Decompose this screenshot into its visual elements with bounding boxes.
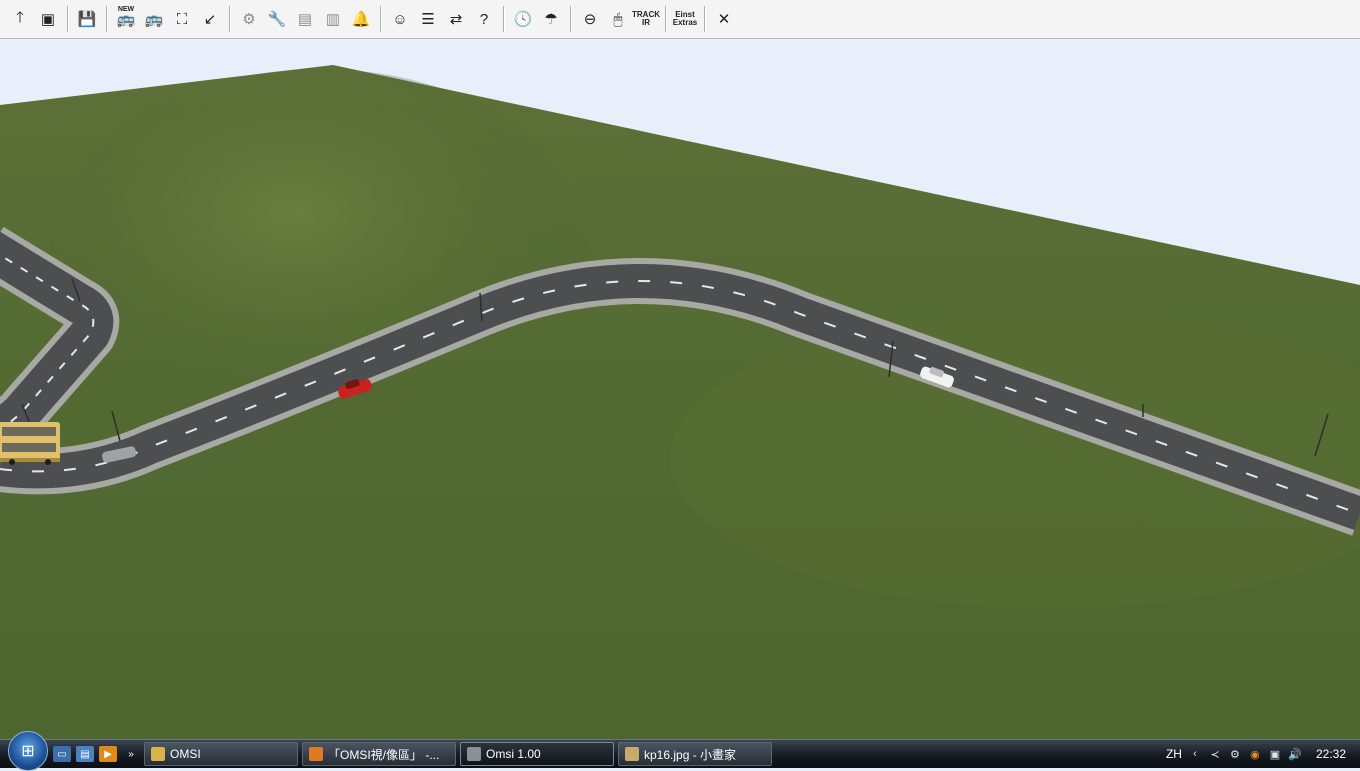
close-icon: ✕ — [717, 11, 731, 28]
task-list: OMSI 「OMSI視/像區」 -... Omsi 1.00 kp16.jpg - 小… — [140, 742, 772, 766]
3d-viewport[interactable] — [0, 39, 1360, 739]
toolbar-separator — [665, 6, 666, 32]
save-button[interactable]: 💾 — [74, 6, 100, 32]
new-bus-button[interactable]: 🚌 NEW — [113, 6, 139, 32]
driver-icon: ☺ — [392, 10, 408, 28]
taskbar-item-label: OMSI — [170, 747, 201, 761]
mouse-button[interactable]: 🖱 — [605, 6, 631, 32]
tray-security-icon[interactable]: ⚙ — [1228, 747, 1242, 761]
door-button[interactable]: ▥ — [320, 6, 346, 32]
tray-chevron-left-icon[interactable]: ≺ — [1208, 747, 1222, 761]
taskbar-item-label: kp16.jpg - 小畫家 — [644, 747, 737, 762]
close-button[interactable]: ✕ — [711, 6, 737, 32]
wrench-button[interactable]: 🔧 — [264, 6, 290, 32]
bus-select-icon: 🚌 — [144, 11, 164, 28]
frame-button[interactable]: ⛶ — [169, 6, 195, 32]
media-player-icon[interactable]: ▶ — [99, 746, 117, 762]
taskbar-item-icon — [309, 747, 323, 761]
clock-icon: 🕓 — [513, 11, 533, 28]
repair-icon: ⚙ — [242, 11, 256, 28]
bus-select-button[interactable]: 🚌 — [141, 6, 167, 32]
timetable-button[interactable]: ☰ — [415, 6, 441, 32]
tray-chevron-icon[interactable]: ‹ — [1188, 747, 1202, 761]
up-arrow-button[interactable]: 🡑 — [7, 6, 33, 32]
trackir-label: TRACK IR — [632, 10, 660, 27]
taskbar-item[interactable]: 「OMSI視/像區」 -... — [302, 742, 456, 766]
switch-windows-icon[interactable]: ▤ — [76, 746, 94, 762]
timetable-icon: ☰ — [421, 11, 435, 28]
toolbar-separator — [570, 6, 571, 32]
new-bus-label: NEW — [117, 6, 135, 13]
toolbar-separator — [503, 6, 504, 32]
toolbar-separator — [704, 6, 705, 32]
frame-icon: ⛶ — [176, 10, 188, 28]
show-desktop-icon[interactable]: ▭ — [53, 746, 71, 762]
network-icon[interactable]: ▣ — [1268, 747, 1282, 761]
steering-icon: ⊖ — [583, 11, 597, 28]
windows-taskbar: ⊞ ▭ ▤ ▶ » OMSI 「OMSI視/像區」 -... Omsi 1.00 kp… — [0, 731, 1360, 771]
toolbar-separator — [229, 6, 230, 32]
repair-button[interactable]: ⚙ — [236, 6, 262, 32]
arrow-tool-button[interactable]: ↙ — [197, 6, 223, 32]
taskbar-item-label: 「OMSI視/像區」 -... — [328, 747, 440, 762]
steering-button[interactable]: ⊖ — [577, 6, 603, 32]
door-icon: ▥ — [325, 11, 341, 28]
taskbar-item[interactable]: Omsi 1.00 — [460, 742, 614, 766]
up-arrow-icon: 🡑 — [16, 8, 24, 26]
quicklaunch-more-icon[interactable]: » — [122, 746, 140, 762]
taskbar-item-icon — [151, 747, 165, 761]
terrain-scene[interactable] — [0, 39, 1360, 739]
arrow-tool-icon: ↙ — [203, 11, 217, 28]
volume-icon[interactable]: 🔊 — [1288, 747, 1302, 761]
weather-icon: ☂ — [544, 11, 558, 28]
settings-label: Einst Extras — [672, 10, 698, 27]
clock-button[interactable]: 🕓 — [510, 6, 536, 32]
taskbar-item-icon — [467, 747, 481, 761]
taskbar-item-label: Omsi 1.00 — [486, 747, 541, 761]
wrench-icon: 🔧 — [267, 11, 287, 28]
toolbar-separator — [380, 6, 381, 32]
mouse-icon: 🖱 — [613, 10, 623, 28]
tray-app-icon[interactable]: ◉ — [1248, 747, 1262, 761]
settings-button[interactable]: Einst Extras — [672, 6, 698, 32]
driver-button[interactable]: ☺ — [387, 6, 413, 32]
toolbar-separator — [106, 6, 107, 32]
game-toolbar: 🡑 ▣ 💾 🚌 NEW 🚌 ⛶ ↙ ⚙ 🔧 ▤ ▥ 🔔 ☺ ☰ ⇄? 🕓 ☂ ⊖ 🖱 TRACK IR Einst Ext… — [0, 0, 1360, 39]
help-arrow-icon: ? — [479, 10, 489, 28]
start-button[interactable]: ⊞ — [8, 731, 48, 771]
help-arrow-button[interactable]: ? — [471, 6, 497, 32]
exchange-icon: ⇄ — [449, 11, 463, 28]
exchange-button[interactable]: ⇄ — [443, 6, 469, 32]
bell-icon: 🔔 — [351, 11, 371, 28]
taskbar-item[interactable]: kp16.jpg - 小畫家 — [618, 742, 772, 766]
taskbar-item-icon — [625, 747, 639, 761]
map-icon: ▣ — [40, 11, 56, 28]
map-button[interactable]: ▣ — [35, 6, 61, 32]
toolbar-separator — [67, 6, 68, 32]
save-icon: 💾 — [77, 11, 97, 28]
clock[interactable]: 22:32 — [1316, 747, 1346, 761]
trackir-button[interactable]: TRACK IR — [632, 6, 660, 32]
ticket-icon: ▤ — [297, 11, 313, 28]
system-tray: ZH ‹ ≺ ⚙ ◉ ▣ 🔊 22:32 — [1166, 740, 1360, 768]
bell-button[interactable]: 🔔 — [348, 6, 374, 32]
language-indicator[interactable]: ZH — [1166, 747, 1182, 761]
ticket-button[interactable]: ▤ — [292, 6, 318, 32]
weather-button[interactable]: ☂ — [538, 6, 564, 32]
taskbar-item[interactable]: OMSI — [144, 742, 298, 766]
double-decker-bus[interactable] — [0, 422, 60, 465]
